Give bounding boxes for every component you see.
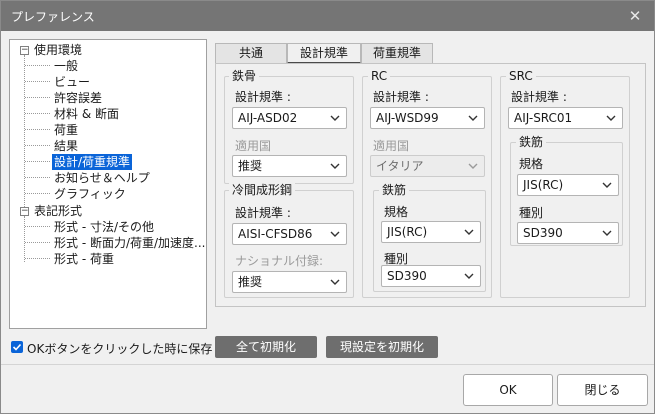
preferences-dialog: プレファレンス ✕ − 使用環境 一般 ビュー 許容誤差 材料 & 断面 荷重 … <box>0 0 655 414</box>
src-code-value: AIJ-SRC01 <box>514 111 573 125</box>
chevron-down-icon <box>468 156 478 176</box>
tree-group-environment[interactable]: 使用環境 <box>34 42 82 58</box>
tree-item-format-dimension[interactable]: 形式 - 寸法/その他 <box>54 219 154 235</box>
tree-item-tolerance[interactable]: 許容誤差 <box>54 90 102 106</box>
cold-formed-code-label: 設計規準 : <box>235 206 291 220</box>
rc-rebar-std-value: JIS(RC) <box>387 225 428 239</box>
rc-rebar-title: 鉄筋 <box>379 183 410 197</box>
tree-item-result[interactable]: 結果 <box>54 138 78 154</box>
chevron-down-icon <box>330 224 340 244</box>
close-button[interactable]: 閉じる <box>557 374 648 406</box>
steel-country-value: 推奨 <box>238 159 263 173</box>
tree-item-material-section[interactable]: 材料 & 断面 <box>54 106 119 122</box>
save-on-ok-checkbox[interactable] <box>11 341 23 353</box>
steel-group-title: 鉄骨 <box>229 69 260 83</box>
ok-button[interactable]: OK <box>463 374 553 406</box>
tree-item-format-load[interactable]: 形式 - 荷重 <box>54 251 114 267</box>
close-icon[interactable]: ✕ <box>624 5 646 27</box>
steel-code-label: 設計規準 : <box>235 90 291 104</box>
reset-current-button[interactable]: 現設定を初期化 <box>326 336 438 358</box>
cold-formed-annex-label: ナショナル付録: <box>235 254 324 268</box>
cold-formed-annex-select[interactable]: 推奨 <box>232 271 347 293</box>
steel-code-select[interactable]: AIJ-ASD02 <box>232 107 347 129</box>
chevron-down-icon <box>602 175 612 195</box>
tab-load-code[interactable]: 荷重規準 <box>361 43 433 63</box>
src-rebar-title: 鉄筋 <box>516 135 547 149</box>
rc-code-label: 設計規準 : <box>373 90 429 104</box>
chevron-down-icon <box>606 108 616 128</box>
chevron-down-icon <box>464 266 474 286</box>
steel-code-value: AIJ-ASD02 <box>238 111 298 125</box>
cold-formed-code-select[interactable]: AISI-CFSD86 <box>232 223 347 245</box>
chevron-down-icon <box>464 222 474 242</box>
tree-item-graphic[interactable]: グラフィック <box>54 186 126 202</box>
chevron-down-icon <box>468 108 478 128</box>
save-on-ok-label[interactable]: OKボタンをクリックした時に保存 <box>27 340 212 357</box>
window-title: プレファレンス <box>11 10 95 24</box>
src-rebar-std-label: 規格 <box>519 157 544 171</box>
rc-rebar-grade-label: 種別 <box>384 252 409 266</box>
cold-formed-group-title: 冷間成形鋼 <box>229 183 296 197</box>
src-code-select[interactable]: AIJ-SRC01 <box>508 107 623 129</box>
cold-formed-code-value: AISI-CFSD86 <box>238 227 313 241</box>
chevron-down-icon <box>330 156 340 176</box>
rc-country-value: イタリア <box>376 159 424 173</box>
tree-item-design-load-code[interactable]: 設計/荷重規準 <box>52 154 133 170</box>
tab-common[interactable]: 共通 <box>215 43 287 63</box>
rc-country-select[interactable]: イタリア <box>370 155 485 177</box>
tab-design-code[interactable]: 設計規準 <box>287 43 361 64</box>
steel-country-select[interactable]: 推奨 <box>232 155 347 177</box>
category-tree: − 使用環境 一般 ビュー 許容誤差 材料 & 断面 荷重 結果 設計/荷重規準… <box>9 39 207 329</box>
title-bar: プレファレンス ✕ <box>1 1 654 31</box>
tree-item-format-force[interactable]: 形式 - 断面力/荷重/加速度... <box>54 235 206 251</box>
chevron-down-icon <box>602 223 612 243</box>
tree-item-load[interactable]: 荷重 <box>54 122 78 138</box>
src-rebar-grade-value: SD390 <box>523 226 563 240</box>
expand-toggle-environment[interactable]: − <box>20 46 29 55</box>
expand-toggle-notation[interactable]: − <box>20 207 29 216</box>
rc-rebar-grade-select[interactable]: SD390 <box>381 265 481 287</box>
chevron-down-icon <box>330 108 340 128</box>
checkmark-icon <box>12 343 22 351</box>
rc-code-select[interactable]: AIJ-WSD99 <box>370 107 485 129</box>
src-rebar-std-select[interactable]: JIS(RC) <box>517 174 619 196</box>
src-rebar-grade-select[interactable]: SD390 <box>517 222 619 244</box>
src-rebar-grade-label: 種別 <box>519 206 544 220</box>
rc-rebar-grade-value: SD390 <box>387 269 427 283</box>
chevron-down-icon <box>330 272 340 292</box>
src-code-label: 設計規準 : <box>511 90 567 104</box>
rc-rebar-std-select[interactable]: JIS(RC) <box>381 221 481 243</box>
tree-item-notice-help[interactable]: お知らせ＆ヘルプ <box>54 170 150 186</box>
tree-item-view[interactable]: ビュー <box>54 74 90 90</box>
rc-code-value: AIJ-WSD99 <box>376 111 439 125</box>
rc-rebar-std-label: 規格 <box>384 205 409 219</box>
rc-country-label: 適用国 <box>373 139 410 153</box>
tree-item-general[interactable]: 一般 <box>54 58 78 74</box>
tree-group-notation[interactable]: 表記形式 <box>34 203 82 219</box>
src-rebar-std-value: JIS(RC) <box>523 178 564 192</box>
steel-country-label: 適用国 <box>235 139 272 153</box>
design-code-panel: 鉄骨 設計規準 : AIJ-ASD02 適用国 推奨 冷間成形鋼 設計規準 : … <box>215 63 646 307</box>
rc-group-title: RC <box>368 69 391 83</box>
src-group-title: SRC <box>506 69 536 83</box>
cold-formed-annex-value: 推奨 <box>238 275 263 289</box>
reset-all-button[interactable]: 全て初期化 <box>215 336 317 358</box>
